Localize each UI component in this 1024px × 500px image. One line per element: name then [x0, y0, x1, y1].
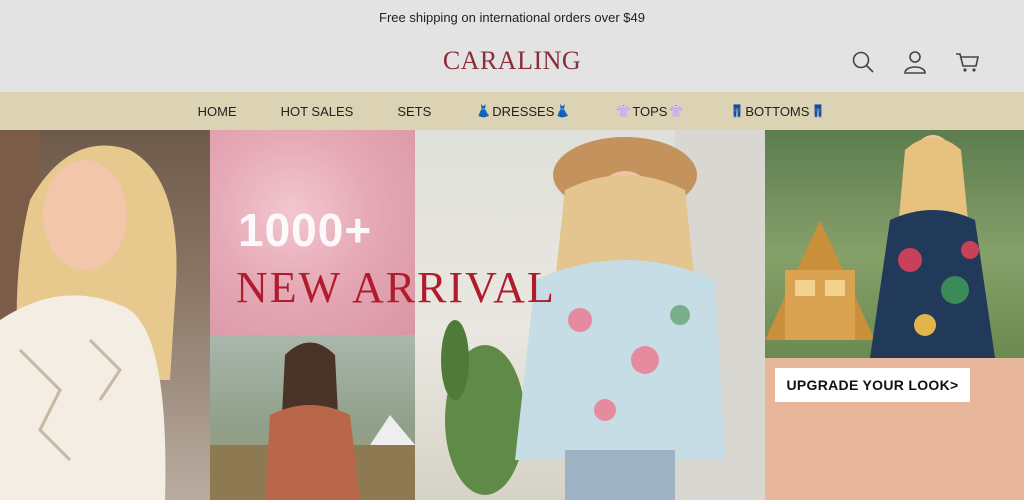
nav-label-hot-sales: HOT SALES [280, 103, 354, 119]
hero-photo-floral-dress [765, 130, 1024, 358]
hero-banner[interactable]: 1000+ NEW ARRIVAL UPGRADE YOUR LOOK> [0, 130, 1024, 500]
search-icon[interactable] [850, 49, 876, 75]
announcement-text: Free shipping on international orders ov… [379, 9, 645, 25]
nav-item-tops[interactable]: 👚 TOPS 👚 [615, 104, 684, 119]
nav-label-dresses: DRESSES [492, 103, 555, 119]
upgrade-look-button[interactable]: UPGRADE YOUR LOOK> [775, 368, 970, 402]
top-icon: 👚 [616, 104, 632, 118]
nav-item-hot-sales[interactable]: HOT SALES [281, 104, 354, 119]
account-icon[interactable] [902, 49, 928, 75]
nav-label-bottoms: BOTTOMS [745, 103, 810, 119]
nav-item-home[interactable]: HOME [198, 104, 237, 119]
nav-label-sets: SETS [397, 103, 432, 119]
top-icon: 👚 [668, 104, 684, 118]
hero-photo-paisley-blouse [210, 335, 415, 500]
dress-icon: 👗 [476, 104, 492, 118]
header-icons [850, 49, 980, 75]
dress-icon: 👗 [555, 104, 571, 118]
site-header: CARALING [0, 34, 1024, 92]
hero-count-text: 1000+ [238, 204, 373, 256]
nav-item-dresses[interactable]: 👗 DRESSES 👗 [475, 104, 571, 119]
jeans-icon: 👖 [729, 104, 745, 118]
announcement-bar: Free shipping on international orders ov… [0, 0, 1024, 34]
hero-photo-sun-hat [415, 130, 765, 500]
cart-icon[interactable] [954, 49, 980, 75]
main-nav: HOME HOT SALES SETS 👗 DRESSES 👗 👚 TOPS 👚… [0, 92, 1024, 130]
hero-photo-white-top [0, 130, 210, 500]
nav-item-sets[interactable]: SETS [397, 104, 431, 119]
nav-label-home: HOME [197, 103, 237, 119]
nav-label-tops: TOPS [632, 103, 668, 119]
hero-headline: NEW ARRIVAL [236, 263, 556, 312]
nav-item-bottoms[interactable]: 👖 BOTTOMS 👖 [728, 104, 826, 119]
jeans-icon: 👖 [810, 104, 826, 118]
